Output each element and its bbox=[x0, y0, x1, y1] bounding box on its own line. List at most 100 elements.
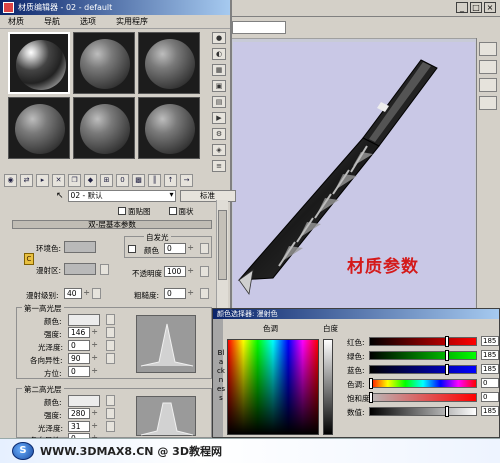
basic-params-rollout[interactable]: 双-层基本参数 bbox=[12, 220, 212, 229]
self-illum-spinner[interactable]: 0 bbox=[164, 243, 194, 254]
specular2-color-swatch[interactable] bbox=[68, 395, 100, 407]
specular1-map-button[interactable] bbox=[106, 314, 115, 325]
go-sibling-icon[interactable]: → bbox=[180, 173, 193, 187]
channel-value-spinner[interactable]: 185 bbox=[481, 336, 499, 346]
opacity-map-button[interactable] bbox=[200, 266, 209, 277]
channel-value-spinner[interactable]: 185 bbox=[481, 406, 499, 416]
get-material-icon[interactable]: ◉ bbox=[4, 173, 17, 187]
make-preview-icon[interactable]: ▶ bbox=[212, 112, 226, 124]
hue-blackness-picker[interactable] bbox=[227, 339, 319, 435]
maximize-icon[interactable]: □ bbox=[470, 2, 482, 13]
channel-value-spinner[interactable]: 185 bbox=[481, 350, 499, 360]
specular2-strength-spinner[interactable]: 280 bbox=[68, 408, 98, 419]
show-end-result-icon[interactable]: ║ bbox=[148, 173, 161, 187]
video-check-icon[interactable]: ▤ bbox=[212, 96, 226, 108]
channel-slider-thumb[interactable] bbox=[444, 406, 449, 417]
specular2-strength-map-button[interactable] bbox=[106, 408, 115, 419]
channel-slider[interactable] bbox=[369, 351, 477, 360]
channel-slider[interactable] bbox=[369, 365, 477, 374]
whiteness-slider[interactable] bbox=[323, 339, 333, 435]
channel-slider[interactable] bbox=[369, 379, 477, 388]
opacity-spinner[interactable]: 100 bbox=[164, 266, 194, 277]
backlight-icon[interactable]: ◐ bbox=[212, 48, 226, 60]
show-map-icon[interactable]: ▩ bbox=[132, 173, 145, 187]
channel-slider[interactable] bbox=[369, 337, 477, 346]
put-to-scene-icon[interactable]: ⇄ bbox=[20, 173, 33, 187]
diffuse-level-map-button[interactable] bbox=[92, 288, 101, 299]
assign-material-icon[interactable]: ▸ bbox=[36, 173, 49, 187]
faceted-option[interactable]: 面状 bbox=[168, 206, 194, 217]
minimize-icon[interactable]: _ bbox=[456, 2, 468, 13]
material-slot[interactable] bbox=[8, 97, 70, 159]
viewport-dropdown[interactable] bbox=[232, 21, 286, 34]
material-slot[interactable] bbox=[138, 97, 200, 159]
panel-button[interactable] bbox=[479, 60, 497, 74]
viewport-title-bar: _ □ × bbox=[230, 0, 500, 17]
diffuse-swatch[interactable] bbox=[64, 263, 96, 275]
sample-type-icon[interactable]: ● bbox=[212, 32, 226, 44]
specular1-strength-spinner[interactable]: 146 bbox=[68, 327, 98, 338]
reset-icon[interactable]: ✕ bbox=[52, 173, 65, 187]
material-slot[interactable] bbox=[8, 32, 70, 94]
background-icon[interactable]: ▦ bbox=[212, 64, 226, 76]
material-name-field[interactable]: 02 - 默认 bbox=[67, 190, 176, 202]
specular1-orient-spinner[interactable]: 0 bbox=[68, 366, 98, 377]
whiteness-label: 白度 bbox=[323, 324, 338, 333]
menu-utilities[interactable]: 实用程序 bbox=[116, 15, 148, 28]
face-map-checkbox[interactable] bbox=[118, 207, 126, 215]
make-unique-icon[interactable]: ◆ bbox=[84, 173, 97, 187]
uv-tiling-icon[interactable]: ▣ bbox=[212, 80, 226, 92]
panel-button[interactable] bbox=[479, 42, 497, 56]
material-id-icon[interactable]: 0 bbox=[116, 173, 129, 187]
channel-value-spinner[interactable]: 0 bbox=[481, 378, 499, 388]
scrollbar-thumb[interactable] bbox=[218, 210, 227, 280]
go-to-parent-icon[interactable]: ↑ bbox=[164, 173, 177, 187]
material-slot[interactable] bbox=[73, 32, 135, 94]
channel-value-spinner[interactable]: 185 bbox=[481, 364, 499, 374]
specular1-gloss-map-button[interactable] bbox=[106, 340, 115, 351]
channel-slider-thumb[interactable] bbox=[444, 350, 449, 361]
specular1-gloss-spinner[interactable]: 0 bbox=[68, 340, 98, 351]
ambient-swatch[interactable] bbox=[64, 241, 96, 253]
faceted-checkbox[interactable] bbox=[168, 207, 177, 215]
options-icon[interactable]: ⚙ bbox=[212, 128, 226, 140]
specular1-aniso-map-button[interactable] bbox=[106, 353, 115, 364]
menu-material[interactable]: 材质 bbox=[8, 15, 24, 28]
lock-icon[interactable]: C bbox=[24, 253, 34, 265]
material-slot[interactable] bbox=[73, 97, 135, 159]
channel-slider-thumb[interactable] bbox=[444, 336, 449, 347]
panel-button[interactable] bbox=[479, 96, 497, 110]
copy-material-icon[interactable]: ❐ bbox=[68, 173, 81, 187]
channel-label: 红色: bbox=[347, 338, 365, 347]
opacity-label: 不透明度 bbox=[132, 269, 162, 278]
specular2-gloss-spinner[interactable]: 31 bbox=[68, 421, 98, 432]
roughness-spinner[interactable]: 0 bbox=[164, 288, 194, 299]
put-to-library-icon[interactable]: ⊞ bbox=[100, 173, 113, 187]
channel-slider[interactable] bbox=[369, 407, 477, 416]
material-navigator-icon[interactable]: ≡ bbox=[212, 160, 226, 172]
channel-slider-thumb[interactable] bbox=[369, 392, 373, 403]
panel-button[interactable] bbox=[479, 78, 497, 92]
material-slot[interactable] bbox=[138, 32, 200, 94]
specular1-aniso-spinner[interactable]: 90 bbox=[68, 353, 98, 364]
menu-navigation[interactable]: 导航 bbox=[44, 15, 60, 28]
diffuse-level-spinner[interactable]: 40 bbox=[64, 288, 90, 299]
self-illum-map-button[interactable] bbox=[200, 243, 209, 254]
specular2-gloss-map-button[interactable] bbox=[106, 421, 115, 432]
menu-options[interactable]: 选项 bbox=[80, 15, 96, 28]
channel-slider[interactable] bbox=[369, 393, 477, 402]
face-map-option[interactable]: 面贴图 bbox=[118, 206, 151, 217]
specular1-color-swatch[interactable] bbox=[68, 314, 100, 326]
channel-slider-thumb[interactable] bbox=[444, 364, 449, 375]
close-icon[interactable]: × bbox=[484, 2, 496, 13]
specular1-strength-map-button[interactable] bbox=[106, 327, 115, 338]
viewport-caption: 材质参数 bbox=[347, 257, 419, 277]
specular2-map-button[interactable] bbox=[106, 395, 115, 406]
channel-slider-thumb[interactable] bbox=[369, 378, 373, 389]
channel-value-spinner[interactable]: 0 bbox=[481, 392, 499, 402]
select-by-material-icon[interactable]: ◈ bbox=[212, 144, 226, 156]
roughness-map-button[interactable] bbox=[200, 288, 209, 299]
pick-material-icon[interactable]: ↖ bbox=[56, 191, 64, 201]
self-illum-color-checkbox[interactable] bbox=[128, 245, 136, 253]
diffuse-map-button[interactable] bbox=[100, 264, 109, 275]
